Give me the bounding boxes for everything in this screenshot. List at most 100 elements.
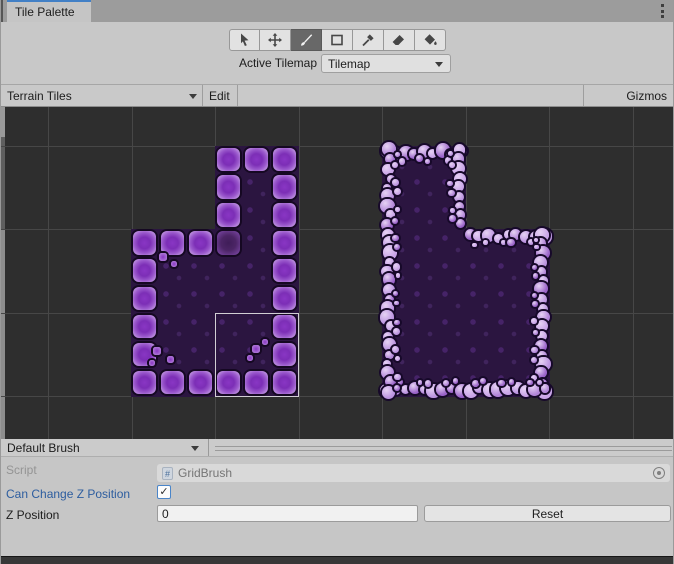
zoom-slider-line[interactable]: [215, 450, 672, 451]
bubble-tile: [527, 380, 532, 385]
reset-button[interactable]: Reset: [424, 505, 671, 522]
bubble-tile: [509, 379, 514, 384]
gizmos-button[interactable]: Gizmos: [626, 85, 667, 106]
bubble-tile: [394, 320, 400, 326]
script-row: Script # GridBrush: [1, 460, 674, 480]
window-bottom-edge: [1, 556, 674, 564]
flood-fill-tool-button[interactable]: [415, 29, 446, 51]
palette-tile: [273, 259, 296, 282]
bubble-tile: [395, 207, 399, 211]
bubble-tile: [532, 293, 537, 298]
bubble-tile: [394, 385, 400, 391]
eraser-icon: [391, 32, 407, 48]
script-object-field[interactable]: # GridBrush: [157, 464, 670, 482]
bubble-tile: [392, 179, 399, 186]
palette-tile: [273, 175, 296, 198]
bubble-tile: [541, 384, 549, 392]
pebble-decoration: [153, 347, 161, 355]
bubble-tile: [399, 158, 406, 165]
bubble-tile: [394, 301, 399, 306]
tab-tile-palette[interactable]: Tile Palette: [7, 0, 91, 22]
bubble-tile: [534, 245, 538, 249]
z-position-label: Z Position: [6, 508, 59, 522]
left-scrollbar-thumb[interactable]: [1, 230, 5, 439]
bubble-tile: [533, 330, 538, 335]
bubble-tile: [394, 374, 400, 380]
palette-tile: [133, 315, 156, 338]
grid-line: [633, 107, 634, 439]
paint-brush-tool-button[interactable]: [291, 29, 322, 51]
bubble-tile: [480, 378, 486, 384]
bubble-tile: [531, 347, 537, 353]
eyedropper-icon: [360, 32, 376, 48]
palette-dropdown[interactable]: Terrain Tiles: [7, 85, 72, 106]
palette-tile: [133, 231, 156, 254]
chevron-down-icon: [435, 62, 443, 67]
bubble-tile: [534, 238, 538, 242]
palette-tile: [189, 231, 212, 254]
bubble-tile: [498, 380, 504, 386]
palette-tile: [273, 287, 296, 310]
bubble-tile: [501, 240, 506, 245]
palette-tile: [273, 148, 296, 171]
grid-line: [1, 396, 674, 397]
active-tilemap-label: Active Tilemap: [229, 56, 317, 70]
select-tool-button[interactable]: [229, 29, 260, 51]
box-fill-tool-button[interactable]: [322, 29, 353, 51]
bubble-tile-shape: [382, 146, 549, 397]
palette-tile: [217, 175, 240, 198]
move-tool-icon: [267, 32, 283, 48]
brush-name: Default Brush: [7, 441, 80, 455]
bubble-tile: [395, 152, 400, 157]
left-scrollbar[interactable]: [1, 107, 5, 137]
tile-picker-tool-button[interactable]: [353, 29, 384, 51]
palette-tile: [273, 231, 296, 254]
object-picker-icon[interactable]: [653, 467, 665, 479]
bubble-tile: [393, 328, 400, 335]
grid-line: [1, 146, 674, 147]
tile-palette-window: Tile Palette Active Tilemap Tilemap: [0, 0, 674, 564]
bubble-tile: [393, 263, 400, 270]
bubble-tile: [453, 181, 464, 192]
bubble-tile: [456, 219, 465, 228]
can-change-z-label: Can Change Z Position: [6, 487, 130, 501]
palette-tile: [133, 287, 156, 310]
bubble-tile: [507, 239, 514, 246]
palette-tile: [217, 231, 240, 254]
edit-button[interactable]: Edit: [209, 85, 230, 106]
brush-dropdown[interactable]: Default Brush: [7, 439, 80, 456]
palette-tile: [133, 259, 156, 282]
script-value: GridBrush: [178, 466, 232, 480]
grid-line: [1, 313, 674, 314]
bubble-tile: [449, 162, 455, 168]
move-tool-button[interactable]: [260, 29, 291, 51]
selection-box: [215, 313, 299, 397]
brush-row: Default Brush: [1, 439, 674, 457]
pebble-decoration: [167, 356, 174, 363]
grid-line: [1, 229, 674, 230]
tab-title: Tile Palette: [15, 5, 75, 19]
palette-name: Terrain Tiles: [7, 89, 72, 103]
left-scrollbar-track[interactable]: [1, 137, 5, 230]
active-tilemap-dropdown[interactable]: Tilemap: [321, 54, 451, 73]
kebab-menu-icon[interactable]: [657, 4, 667, 18]
z-position-input[interactable]: [157, 505, 418, 522]
palette-canvas[interactable]: [1, 107, 674, 439]
bubble-tile: [425, 159, 430, 164]
palette-tile: [133, 371, 156, 394]
bubble-tile: [396, 273, 401, 278]
palette-tile: [161, 231, 184, 254]
palette-tile: [245, 148, 268, 171]
eraser-tool-button[interactable]: [384, 29, 415, 51]
palette-tile: [217, 203, 240, 226]
z-position-row: Z Position Reset: [1, 505, 674, 525]
bubble-tile: [448, 190, 455, 197]
paint-brush-icon: [298, 32, 314, 48]
palette-bar: Terrain Tiles Edit Gizmos: [1, 84, 674, 107]
zoom-slider[interactable]: [215, 446, 672, 447]
palette-tile: [273, 203, 296, 226]
script-label: Script: [6, 463, 37, 477]
paint-bucket-icon: [422, 32, 438, 48]
can-change-z-checkbox[interactable]: ✓: [157, 485, 171, 499]
bubble-tile: [483, 240, 488, 245]
